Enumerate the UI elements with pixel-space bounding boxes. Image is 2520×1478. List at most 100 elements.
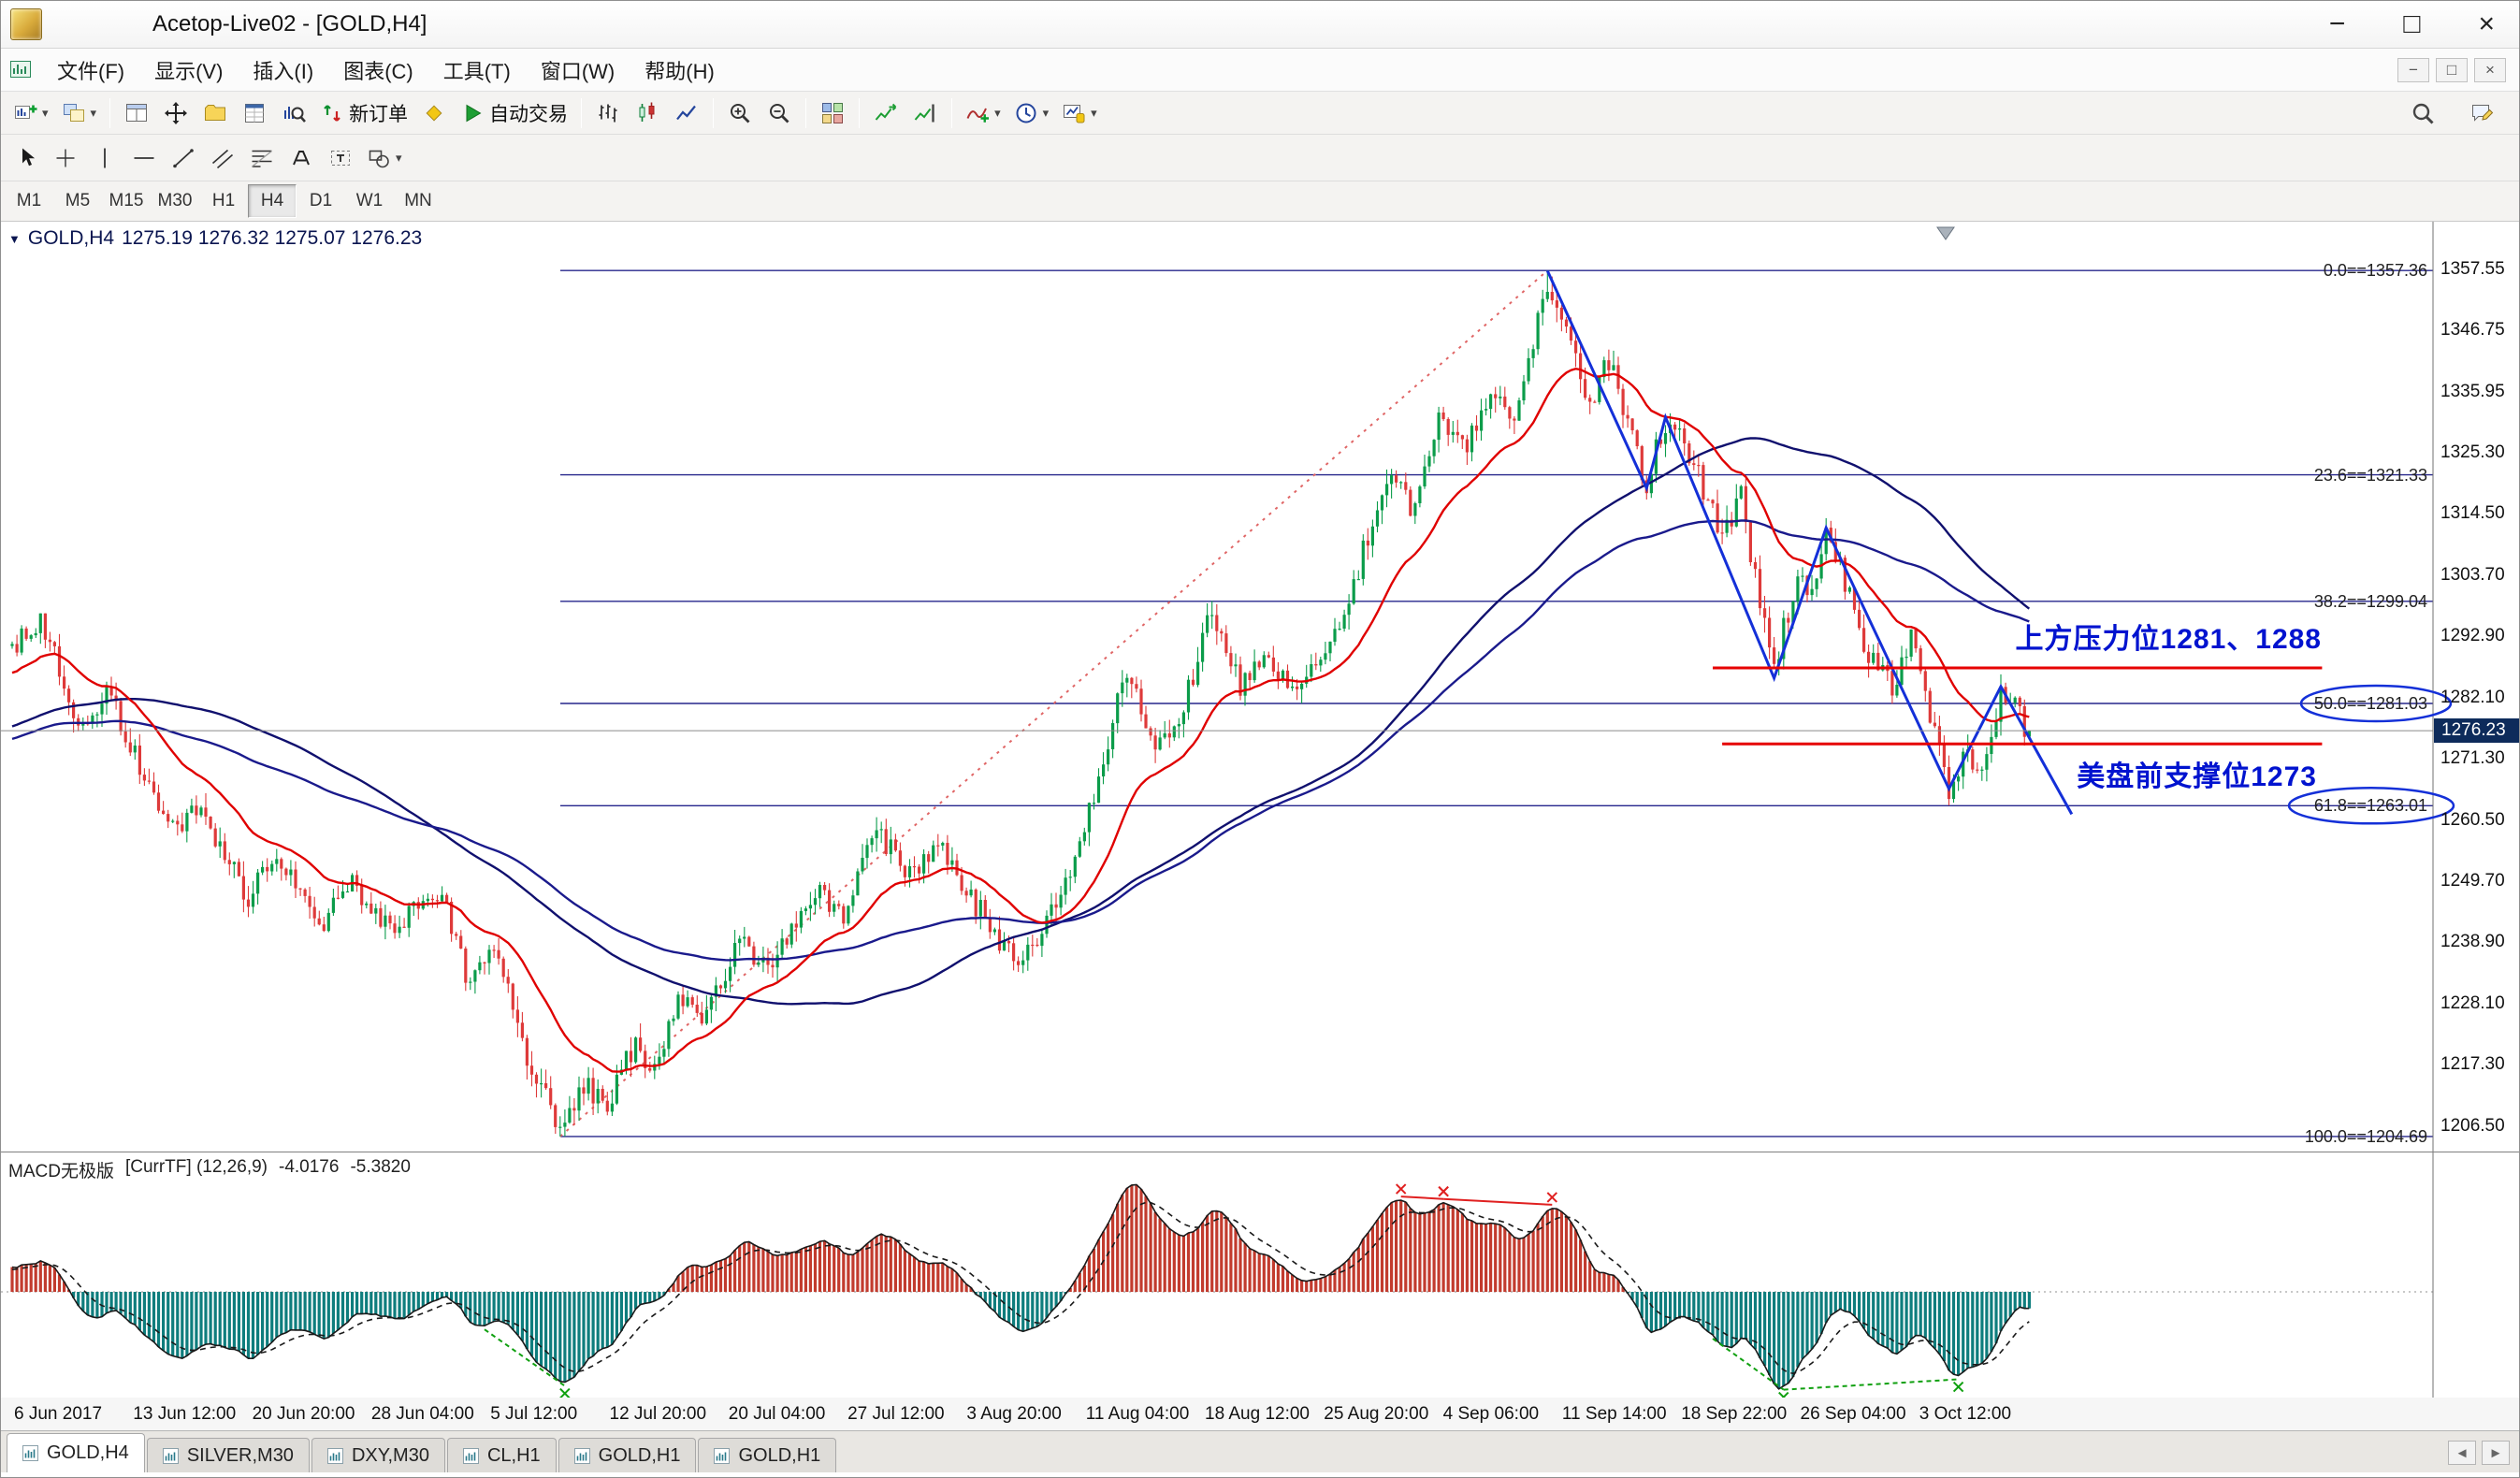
bars-chart-icon (596, 101, 620, 125)
periods-clock-icon (1014, 101, 1038, 125)
toolbar-separator (713, 98, 714, 128)
search-button[interactable] (2403, 94, 2442, 132)
time-axis-label: 4 Sep 06:00 (1443, 1404, 1539, 1425)
tile-windows-button[interactable] (813, 94, 852, 132)
indicators-button[interactable]: ▾ (959, 94, 1007, 132)
tab-gold-h1[interactable]: GOLD,H1 (558, 1438, 697, 1472)
ohlc-values: 1275.19 1276.32 1275.07 1276.23 (122, 227, 422, 250)
zoom-out-button[interactable] (760, 94, 799, 132)
shapes-tool-button[interactable]: ▾ (360, 139, 409, 177)
fibonacci-tool-button[interactable] (242, 139, 282, 177)
templates-button[interactable]: ▾ (1055, 94, 1104, 132)
timeframe-h1-button[interactable]: H1 (199, 184, 248, 218)
toolbar-separator (859, 98, 860, 128)
timeframe-h4-button[interactable]: H4 (248, 184, 297, 218)
tab-cl-h1[interactable]: CL,H1 (447, 1438, 557, 1472)
tab-gold-h4[interactable]: GOLD,H4 (7, 1433, 145, 1472)
crosshair-button[interactable] (156, 94, 196, 132)
tab-silver-m30[interactable]: SILVER,M30 (147, 1438, 310, 1472)
app-icon[interactable] (10, 8, 42, 40)
vertical-line-tool-button[interactable] (85, 139, 124, 177)
candlestick-plot[interactable] (1, 222, 2519, 1152)
menu-item-1[interactable]: 显示(V) (139, 50, 238, 91)
crosshair-tool-button[interactable] (46, 139, 85, 177)
toolbar-separator (951, 98, 952, 128)
timeframe-d1-button[interactable]: D1 (297, 184, 345, 218)
vline-icon (93, 146, 117, 170)
trendline-tool-button[interactable] (164, 139, 203, 177)
title-bar: Acetop-Live02 - [GOLD,H4] − □ × (1, 1, 2519, 49)
timeframe-mn-button[interactable]: MN (394, 184, 442, 218)
time-axis-label: 12 Jul 20:00 (610, 1404, 707, 1425)
timeframe-m15-button[interactable]: M15 (102, 184, 151, 218)
new-order-button[interactable]: 新订单 (313, 94, 414, 132)
chart-shift-button[interactable] (905, 94, 945, 132)
profiles-button[interactable]: ▾ (55, 94, 104, 132)
line-chart-mode-button[interactable] (667, 94, 706, 132)
child-minimize-button[interactable]: − (2397, 58, 2429, 82)
periods-button[interactable]: ▾ (1007, 94, 1056, 132)
macd-plot (1, 1152, 2519, 1397)
resistance-annotation: 上方压力位1281、1288 (2016, 616, 2322, 657)
fibo-icon (250, 146, 274, 170)
maximize-button[interactable]: □ (2403, 10, 2420, 38)
child-close-button[interactable]: × (2474, 58, 2506, 82)
time-axis: 6 Jun 201713 Jun 12:0020 Jun 20:0028 Jun… (1, 1397, 2519, 1430)
profiles-icon (62, 101, 86, 125)
hline-icon (132, 146, 156, 170)
crosshair-move-icon (164, 101, 188, 125)
new-chart-button[interactable]: ▾ (7, 94, 55, 132)
auto-scroll-button[interactable] (866, 94, 905, 132)
search-big-icon (2411, 101, 2435, 125)
one-click-trading-arrow[interactable]: ▼ (8, 232, 21, 246)
macd-params: [CurrTF] (12,26,9) (125, 1157, 268, 1182)
timeframe-w1-button[interactable]: W1 (345, 184, 394, 218)
zoom-in-icon (728, 101, 752, 125)
data-window-button[interactable] (235, 94, 274, 132)
main-chart[interactable]: ▼ GOLD,H4 1275.19 1276.32 1275.07 1276.2… (1, 222, 2519, 1152)
menu-item-5[interactable]: 窗口(W) (526, 50, 630, 91)
support-annotation: 美盘前支撑位1273 (2077, 753, 2317, 794)
label-tool-button[interactable] (321, 139, 360, 177)
current-price-box: 1276.23 (2434, 718, 2520, 743)
text-tool-button[interactable] (282, 139, 321, 177)
bar-chart-mode-button[interactable] (588, 94, 628, 132)
autotrading-button[interactable]: 自动交易 (454, 94, 574, 132)
cursor-tool-button[interactable] (7, 139, 46, 177)
favorites-button[interactable] (196, 94, 235, 132)
tabs-scroll-right-button[interactable]: ► (2482, 1441, 2510, 1465)
zoom-in-button[interactable] (720, 94, 760, 132)
tab-dxy-m30[interactable]: DXY,M30 (311, 1438, 445, 1472)
macd-value-main: -4.0176 (279, 1157, 339, 1182)
chart-shift-icon (913, 101, 937, 125)
time-axis-label: 20 Jun 20:00 (253, 1404, 355, 1425)
time-axis-label: 20 Jul 04:00 (729, 1404, 826, 1425)
timeframe-m1-button[interactable]: M1 (5, 184, 53, 218)
child-restore-button[interactable]: □ (2436, 58, 2468, 82)
metaeditor-button[interactable] (414, 94, 454, 132)
candle-chart-mode-button[interactable] (628, 94, 667, 132)
tab-gold-h1[interactable]: GOLD,H1 (698, 1438, 836, 1472)
menu-item-4[interactable]: 工具(T) (428, 50, 526, 91)
menu-item-2[interactable]: 插入(I) (238, 50, 328, 91)
timeframe-m30-button[interactable]: M30 (151, 184, 199, 218)
minimize-button[interactable]: − (2329, 10, 2346, 38)
menu-item-3[interactable]: 图表(C) (328, 50, 428, 91)
chart-search-button[interactable] (274, 94, 313, 132)
drawing-toolbar: ▾ (1, 135, 2519, 181)
time-axis-label: 11 Aug 04:00 (1086, 1404, 1190, 1425)
horizontal-line-tool-button[interactable] (124, 139, 164, 177)
child-window-icon (8, 58, 33, 82)
channel-tool-button[interactable] (203, 139, 242, 177)
menu-bar: 文件(F)显示(V)插入(I)图表(C)工具(T)窗口(W)帮助(H) −□× (1, 49, 2519, 92)
timeframe-m5-button[interactable]: M5 (53, 184, 102, 218)
time-axis-label: 27 Jul 12:00 (847, 1404, 945, 1425)
tabs-scroll-left-button[interactable]: ◄ (2448, 1441, 2476, 1465)
menu-item-6[interactable]: 帮助(H) (630, 50, 730, 91)
feedback-button[interactable] (2463, 94, 2502, 132)
macd-panel[interactable]: MACD无极版 [CurrTF] (12,26,9) -4.0176 -5.38… (1, 1152, 2519, 1397)
window-tile-button[interactable] (117, 94, 156, 132)
menu-item-0[interactable]: 文件(F) (42, 50, 139, 91)
time-axis-label: 25 Aug 20:00 (1324, 1404, 1428, 1425)
close-button[interactable]: × (2478, 10, 2495, 38)
